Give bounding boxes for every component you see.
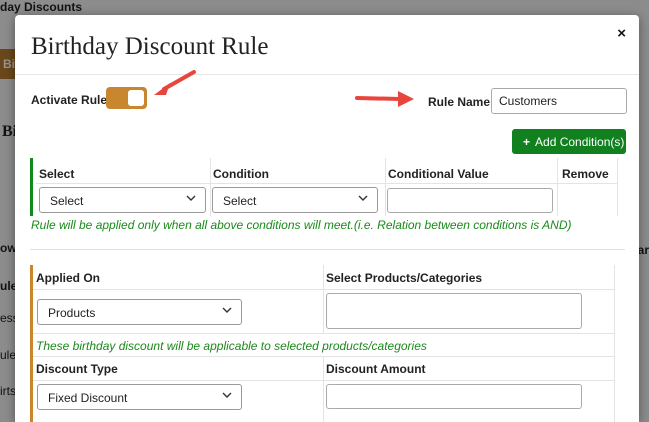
applied-on-section: Applied On Select Products/Categories Pr… xyxy=(30,265,615,422)
discount-type-header: Discount Type xyxy=(36,362,118,376)
toggle-knob xyxy=(128,90,144,106)
birthday-discount-modal: Birthday Discount Rule × Activate Rule R… xyxy=(15,15,639,422)
condition-select-dropdown[interactable]: Select xyxy=(39,187,206,213)
column-divider xyxy=(614,265,615,422)
select-value: Select xyxy=(50,194,84,208)
activate-rule-toggle[interactable] xyxy=(106,87,147,109)
row-divider xyxy=(33,333,615,334)
conditions-header-remove: Remove xyxy=(557,158,618,184)
conditional-value-input[interactable] xyxy=(387,188,553,213)
plus-icon: + xyxy=(523,135,531,149)
column-divider xyxy=(323,356,324,422)
column-divider xyxy=(557,158,558,216)
discount-type-dropdown[interactable]: Fixed Discount xyxy=(37,384,242,410)
conditions-table: Select Condition Conditional Value Remov… xyxy=(30,158,618,216)
applied-on-dropdown[interactable]: Products xyxy=(37,299,242,325)
close-icon[interactable]: × xyxy=(617,25,626,42)
row-divider xyxy=(33,289,615,290)
select-value: Select xyxy=(223,194,257,208)
activate-rule-label: Activate Rule xyxy=(31,93,108,107)
modal-header: Birthday Discount Rule × xyxy=(15,15,639,75)
chevron-down-icon xyxy=(222,307,232,313)
select-products-input[interactable] xyxy=(326,293,582,329)
rule-name-input[interactable] xyxy=(491,88,627,114)
chevron-down-icon xyxy=(358,195,368,201)
column-divider xyxy=(617,158,618,216)
discount-amount-header: Discount Amount xyxy=(326,362,426,376)
column-divider xyxy=(323,265,324,333)
add-condition-button[interactable]: + Add Condition(s) xyxy=(512,129,626,154)
row-divider xyxy=(33,380,615,381)
select-value: Products xyxy=(48,306,96,320)
select-value: Fixed Discount xyxy=(48,391,128,405)
conditions-header-condition: Condition xyxy=(210,158,385,184)
chevron-down-icon xyxy=(186,195,196,201)
add-condition-label: Add Condition(s) xyxy=(535,135,625,149)
conditions-note: Rule will be applied only when all above… xyxy=(31,218,572,232)
condition-operator-dropdown[interactable]: Select xyxy=(212,187,378,213)
annotation-arrow-icon xyxy=(154,70,196,95)
row-divider xyxy=(33,356,615,357)
rule-name-label: Rule Name xyxy=(428,95,491,109)
conditions-header-conditional-value: Conditional Value xyxy=(385,158,557,184)
column-divider xyxy=(210,158,211,216)
chevron-down-icon xyxy=(222,392,232,398)
section-divider xyxy=(30,249,625,250)
conditions-header-select: Select xyxy=(36,158,210,184)
applied-on-note: These birthday discount will be applicab… xyxy=(36,339,427,353)
modal-title: Birthday Discount Rule xyxy=(31,33,269,60)
discount-amount-input[interactable] xyxy=(326,384,582,409)
applied-on-header: Applied On xyxy=(36,271,100,285)
select-products-header: Select Products/Categories xyxy=(326,271,483,285)
annotation-arrow-icon xyxy=(355,91,414,107)
column-divider xyxy=(385,158,386,216)
